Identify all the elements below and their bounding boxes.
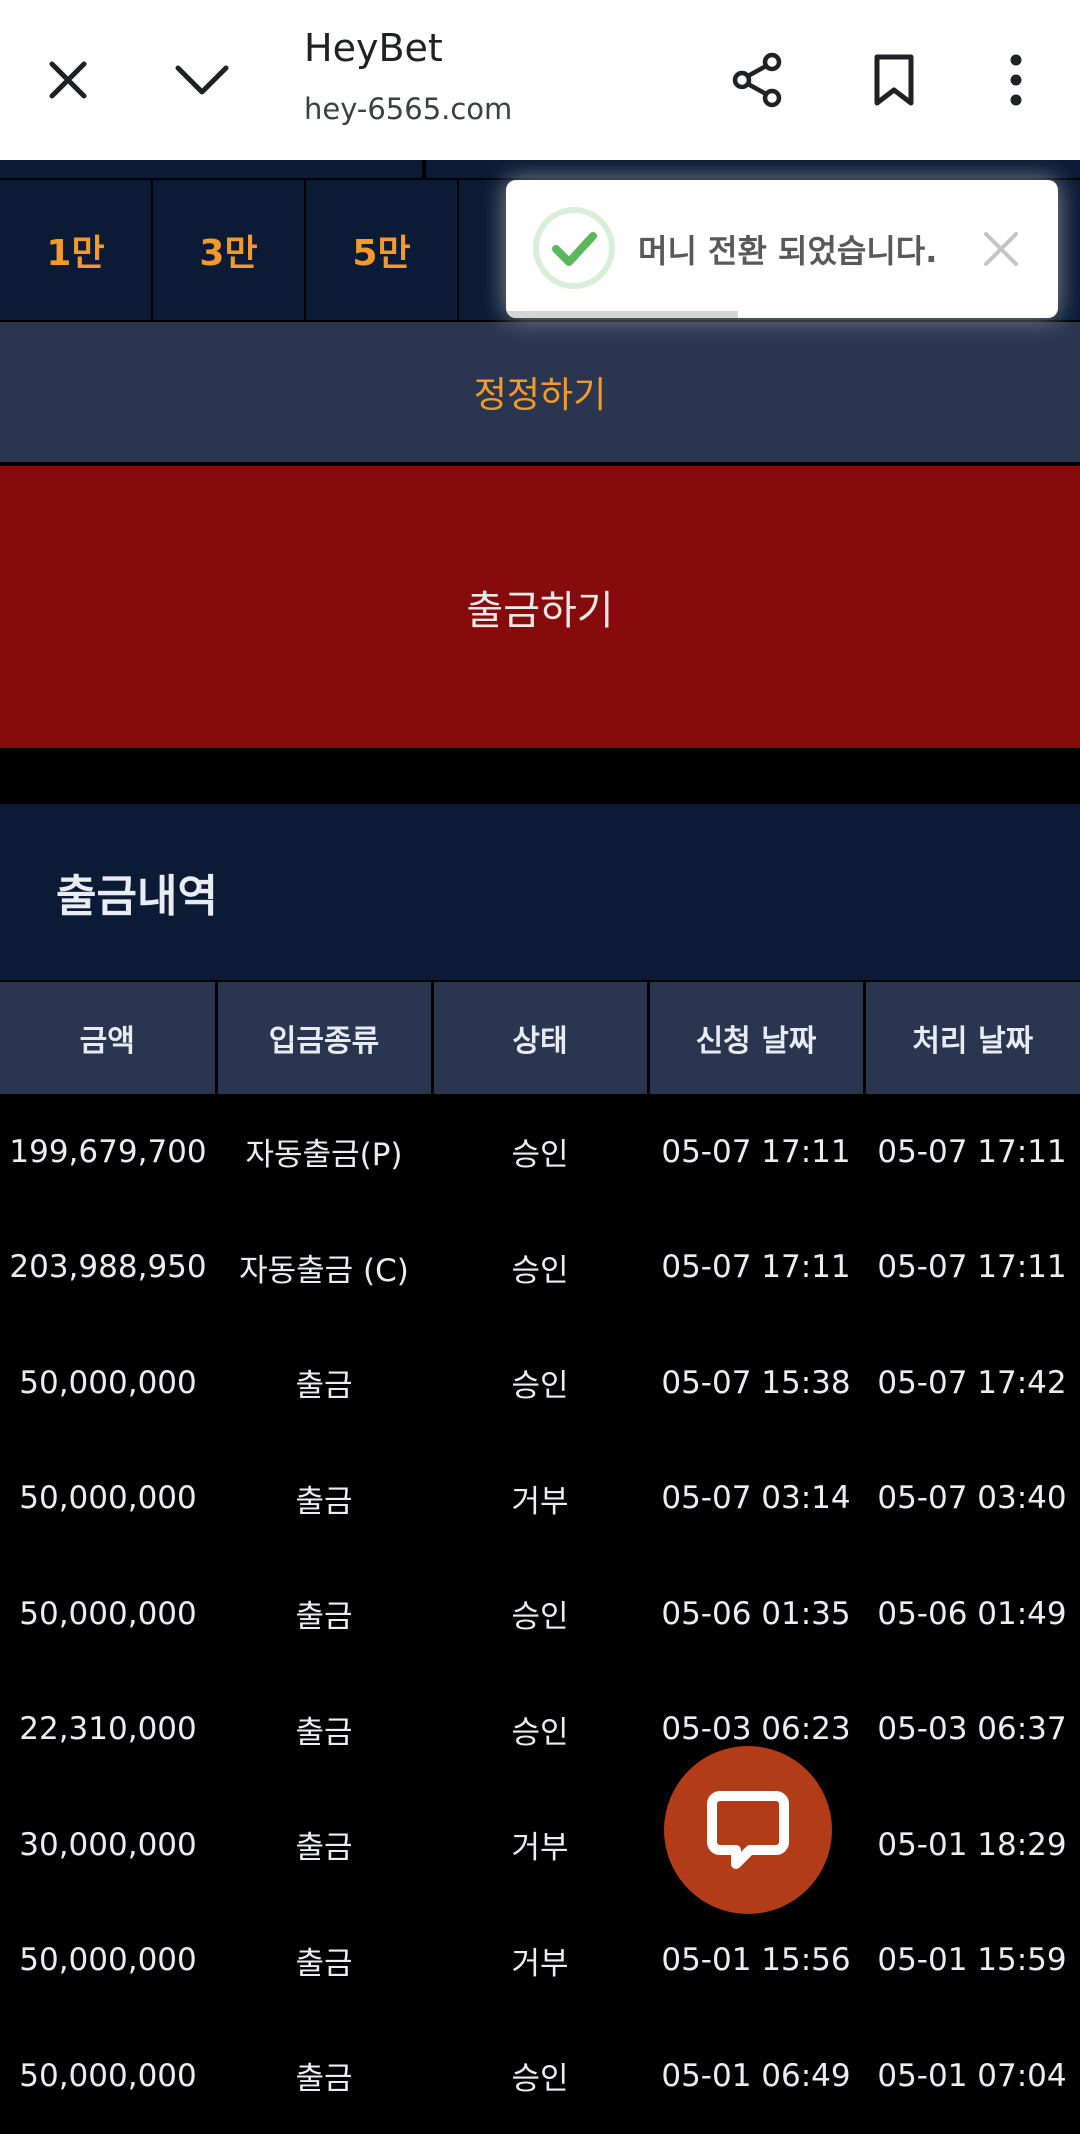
cell-amount: 22,310,000: [19, 1711, 197, 1748]
close-button[interactable]: [28, 40, 108, 120]
bookmark-icon: [874, 54, 914, 106]
minimize-button[interactable]: [162, 40, 242, 120]
page-content: 1만 3만 5만 정정하기 출금하기 출금내역 금액 입금종류 상태 신청 날짜…: [0, 160, 1080, 2128]
toast-close-button[interactable]: [974, 222, 1028, 276]
cell-process-date: 05-07 17:42: [877, 1364, 1067, 1401]
cell-process-date: 05-07 17:11: [877, 1249, 1067, 1286]
column-header-amount: 금액: [0, 982, 218, 1094]
table-row: 50,000,000 출금 승인 05-01 06:49 05-01 07:04: [0, 2018, 1080, 2134]
cell-request-date: 05-01 15:56: [661, 1942, 851, 1979]
toast-notification: 머니 전환 되었습니다.: [506, 180, 1058, 318]
chevron-down-icon: [175, 65, 229, 95]
bookmark-button[interactable]: [854, 40, 934, 120]
toast-message: 머니 전환 되었습니다.: [638, 232, 938, 270]
withdrawal-history-table: 금액 입금종류 상태 신청 날짜 처리 날짜 199,679,700 자동출금(…: [0, 982, 1080, 2134]
cell-amount: 50,000,000: [19, 1595, 197, 1632]
cell-process-date: 05-01 07:04: [877, 2057, 1067, 2094]
table-row: 199,679,700 자동출금(P) 승인 05-07 17:11 05-07…: [0, 1094, 1080, 1210]
cell-request-date: 05-07 15:38: [661, 1364, 851, 1401]
cell-type: 자동출금(P): [245, 1137, 403, 1174]
cell-request-date: 05-01 06:49: [661, 2057, 851, 2094]
cell-type: 출금: [295, 1483, 353, 1520]
column-header-process-date: 처리 날짜: [864, 982, 1080, 1094]
cell-type: 출금: [295, 1368, 353, 1405]
cell-status: 승인: [511, 1368, 569, 1405]
cell-process-date: 05-07 17:11: [877, 1133, 1067, 1170]
cell-type: 출금: [295, 1714, 353, 1751]
share-icon: [732, 52, 782, 108]
live-chat-button[interactable]: [664, 1746, 832, 1914]
cell-request-date: 05-06 01:35: [661, 1595, 851, 1632]
more-vert-icon: [1010, 54, 1022, 106]
amount-button-3man[interactable]: 3만: [153, 180, 306, 320]
cell-status: 승인: [511, 1252, 569, 1289]
cell-amount: 50,000,000: [19, 1364, 197, 1401]
table-row: 30,000,000 출금 거부 05-01 18:29: [0, 1787, 1080, 1903]
table-row: 50,000,000 출금 거부 05-07 03:14 05-07 03:40: [0, 1441, 1080, 1557]
table-row: 22,310,000 출금 승인 05-03 06:23 05-03 06:37: [0, 1672, 1080, 1788]
share-button[interactable]: [718, 40, 798, 120]
cell-status: 승인: [511, 2061, 569, 2098]
amount-button-5man[interactable]: 5만: [306, 180, 459, 320]
cell-request-date: 05-07 03:14: [661, 1480, 851, 1517]
cell-type: 출금: [295, 1945, 353, 1982]
column-header-status: 상태: [432, 982, 650, 1094]
table-row: 50,000,000 출금 승인 05-07 15:38 05-07 17:42: [0, 1325, 1080, 1441]
close-icon: [49, 61, 87, 99]
site-title: HeyBet: [304, 26, 443, 70]
cell-type: 출금: [295, 1599, 353, 1636]
cell-status: 승인: [511, 1714, 569, 1751]
cell-process-date: 05-03 06:37: [877, 1711, 1067, 1748]
cell-type: 출금: [295, 1830, 353, 1867]
cell-type: 출금: [295, 2061, 353, 2098]
correct-button[interactable]: 정정하기: [0, 322, 1080, 464]
cell-status: 거부: [511, 1830, 569, 1867]
withdraw-button[interactable]: 출금하기: [0, 466, 1080, 748]
chat-bubble-icon: [707, 1791, 789, 1869]
cell-process-date: 05-07 03:40: [877, 1480, 1067, 1517]
toast-progress-bar: [506, 311, 738, 318]
history-title: 출금내역: [0, 804, 1080, 980]
cell-process-date: 05-01 15:59: [877, 1942, 1067, 1979]
cell-amount: 199,679,700: [9, 1133, 207, 1170]
table-row: 50,000,000 출금 승인 05-06 01:35 05-06 01:49: [0, 1556, 1080, 1672]
cell-status: 거부: [511, 1483, 569, 1520]
cell-amount: 50,000,000: [19, 2057, 197, 2094]
cell-status: 승인: [511, 1137, 569, 1174]
close-icon: [984, 232, 1018, 266]
cell-status: 거부: [511, 1945, 569, 1982]
cell-amount: 203,988,950: [9, 1249, 207, 1286]
column-header-type: 입금종류: [216, 982, 434, 1094]
cell-type: 자동출금 (C): [239, 1252, 409, 1289]
success-check-icon: [533, 207, 615, 289]
cell-process-date: 05-06 01:49: [877, 1595, 1067, 1632]
cell-process-date: 05-01 18:29: [877, 1826, 1067, 1863]
cell-request-date: 05-07 17:11: [661, 1133, 851, 1170]
more-options-button[interactable]: [976, 40, 1056, 120]
input-divider: [422, 160, 426, 178]
amount-button-1man[interactable]: 1만: [0, 180, 153, 320]
cell-amount: 30,000,000: [19, 1826, 197, 1863]
amount-input-strip[interactable]: [0, 160, 1080, 179]
column-header-request-date: 신청 날짜: [648, 982, 866, 1094]
table-header-row: 금액 입금종류 상태 신청 날짜 처리 날짜: [0, 982, 1080, 1094]
cell-amount: 50,000,000: [19, 1942, 197, 1979]
cell-request-date: 05-07 17:11: [661, 1249, 851, 1286]
table-row: 203,988,950 자동출금 (C) 승인 05-07 17:11 05-0…: [0, 1210, 1080, 1326]
browser-toolbar: HeyBet hey-6565.com: [0, 0, 1080, 160]
cell-amount: 50,000,000: [19, 1480, 197, 1517]
table-row: 50,000,000 출금 거부 05-01 15:56 05-01 15:59: [0, 1903, 1080, 2019]
site-url: hey-6565.com: [304, 92, 513, 126]
cell-status: 승인: [511, 1599, 569, 1636]
